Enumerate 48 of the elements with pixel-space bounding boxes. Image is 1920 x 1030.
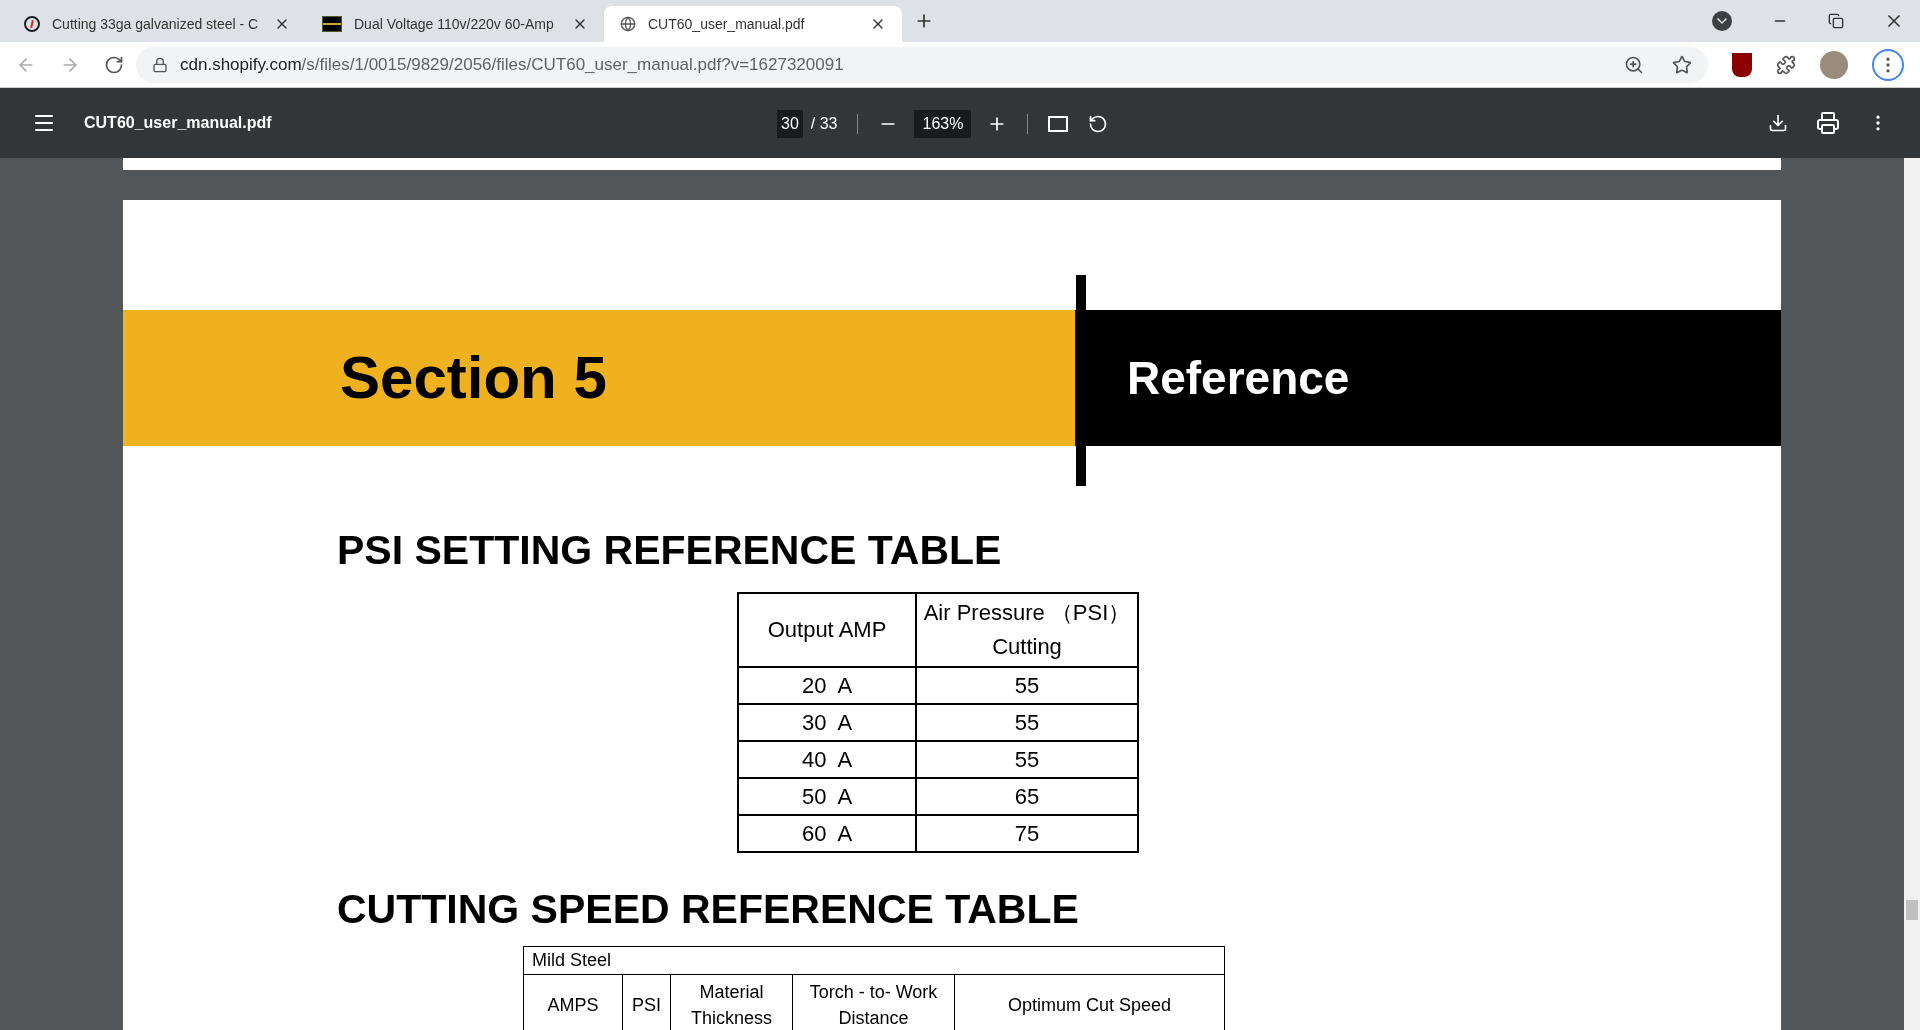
browser-tab[interactable]: CUT60_user_manual.pdf [604, 6, 902, 42]
tab-title: CUT60_user_manual.pdf [648, 14, 806, 34]
print-icon[interactable] [1816, 111, 1840, 135]
reload-icon[interactable] [104, 54, 124, 75]
site-logo-icon [24, 16, 40, 32]
shield-extension-icon[interactable] [1732, 52, 1752, 77]
url-text: cdn.shopify.com/s/files/1/0015/9829/2056/files/CUT60_user_manual.pdf?v=1627320091 [180, 53, 845, 76]
table-cell: 55 [916, 740, 1138, 778]
section-number: Section 5 [340, 343, 607, 413]
bookmark-star-icon[interactable] [1672, 54, 1692, 75]
browser-tab[interactable]: Cutting 33ga galvanized steel - C [8, 6, 306, 42]
page-count: / 33 [810, 114, 838, 134]
table-cell: 50 A [738, 777, 916, 815]
table-cell: 55 [916, 666, 1138, 704]
table-cell: 75 [916, 814, 1138, 852]
extensions-icon[interactable] [1776, 54, 1796, 75]
document-title: CUT60_user_manual.pdf [84, 113, 272, 133]
column-header: Output AMP [738, 592, 916, 667]
table-cell: 40 A [738, 740, 916, 778]
globe-icon [620, 16, 636, 32]
table-cell: 55 [916, 703, 1138, 741]
table-cell: 65 [916, 777, 1138, 815]
page-number-field[interactable]: 30 [777, 110, 803, 138]
browser-tab[interactable]: Dual Voltage 110v/220v 60-Amp [306, 6, 604, 42]
site-logo-icon [322, 16, 342, 32]
table-heading: PSI SETTING REFERENCE TABLE [337, 527, 1002, 573]
zoom-icon[interactable] [1624, 54, 1644, 75]
fit-page-icon[interactable] [1048, 116, 1069, 132]
column-header: AMPS [523, 974, 623, 1030]
lock-icon [152, 56, 168, 73]
table-heading: CUTTING SPEED REFERENCE TABLE [337, 885, 1079, 932]
tab-search-icon[interactable] [1712, 11, 1732, 31]
table-cell: 60 A [738, 814, 916, 852]
table-cell: 20 A [738, 666, 916, 704]
tab-title: Cutting 33ga galvanized steel - C [52, 14, 260, 34]
column-header: Air Pressure （PSI） Cutting [916, 592, 1138, 667]
download-icon[interactable] [1768, 113, 1788, 133]
section-title: Reference [1127, 350, 1350, 406]
profile-avatar[interactable] [1820, 50, 1848, 79]
scrollbar-thumb[interactable] [1906, 900, 1918, 920]
rotate-icon[interactable] [1088, 114, 1109, 134]
tab-title: Dual Voltage 110v/220v 60-Amp [354, 14, 555, 34]
restore-icon[interactable] [1828, 13, 1844, 29]
address-bar[interactable]: cdn.shopify.com/s/files/1/0015/9829/2056/files/CUT60_user_manual.pdf?v=1627320091 [136, 46, 1708, 83]
zoom-field[interactable]: 163% [914, 110, 972, 138]
scrollbar[interactable] [1904, 158, 1920, 1030]
group-header: Mild Steel [523, 946, 1225, 975]
table-cell: 30 A [738, 703, 916, 741]
